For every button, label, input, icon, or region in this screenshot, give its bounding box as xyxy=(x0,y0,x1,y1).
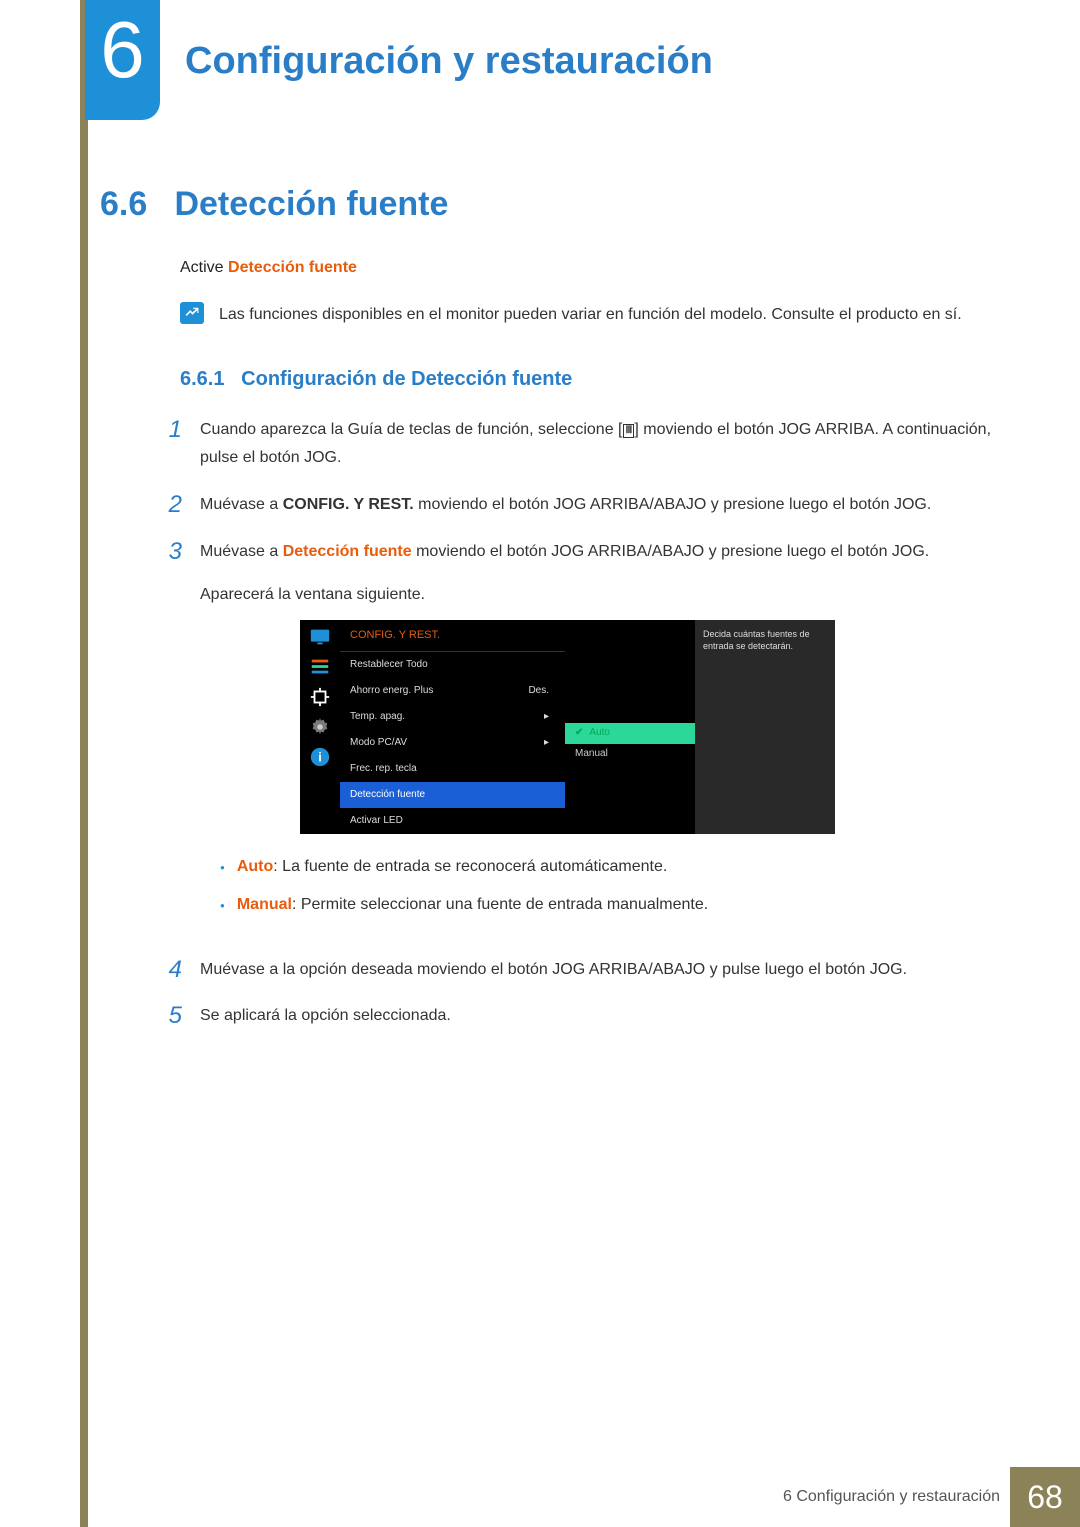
menu-icon: ⅠⅠⅠ xyxy=(623,424,635,438)
step-5: 5 Se aplicará la opción seleccionada. xyxy=(160,1002,1000,1031)
bullet-label: Auto xyxy=(237,858,273,875)
step-text: Cuando aparezca la Guía de teclas de fun… xyxy=(200,416,1000,474)
osd-row-val xyxy=(549,656,555,674)
section-title: Detección fuente xyxy=(174,185,448,223)
bullet-text: : La fuente de entrada se reconocerá aut… xyxy=(273,858,667,875)
osd-row-label: Frec. rep. tecla xyxy=(350,760,549,778)
step3-followup: Aparecerá la ventana siguiente. xyxy=(200,586,425,603)
step-text: Muévase a Detección fuente moviendo el b… xyxy=(200,538,929,938)
page-footer: 6 Configuración y restauración 68 xyxy=(80,1467,1080,1527)
step-text: Muévase a CONFIG. Y REST. moviendo el bo… xyxy=(200,491,931,520)
note-text: Las funciones disponibles en el monitor … xyxy=(219,302,962,328)
osd-row: Frec. rep. tecla xyxy=(340,756,565,782)
step3-part-a: Muévase a xyxy=(200,543,283,560)
option-bullets: ● Auto: La fuente de entrada se reconoce… xyxy=(220,854,929,917)
osd-row-label: Activar LED xyxy=(350,812,549,830)
osd-row-val: ▸ xyxy=(544,708,555,726)
osd-row-label: Modo PC/AV xyxy=(350,734,544,752)
step2-part-b: moviendo el botón JOG ARRIBA/ABAJO y pre… xyxy=(414,496,932,513)
step-2: 2 Muévase a CONFIG. Y REST. moviendo el … xyxy=(160,491,1000,520)
bullet-dot-icon: ● xyxy=(220,862,225,880)
step-number: 1 xyxy=(160,416,182,474)
step-4: 4 Muévase a la opción deseada moviendo e… xyxy=(160,956,1000,985)
steps-list: 1 Cuando aparezca la Guía de teclas de f… xyxy=(160,416,1000,1032)
note-icon xyxy=(180,302,204,324)
intro-prefix: Active xyxy=(180,259,228,276)
osd-row: Restablecer Todo xyxy=(340,652,565,678)
step-text: Se aplicará la opción seleccionada. xyxy=(200,1002,451,1031)
step-text: Muévase a la opción deseada moviendo el … xyxy=(200,956,907,985)
osd-row-label: Temp. apag. xyxy=(350,708,544,726)
osd-row: Activar LED xyxy=(340,808,565,834)
osd-option-label: Manual xyxy=(575,745,608,763)
intro-line: Active Detección fuente xyxy=(180,259,1000,277)
osd-option-label: Auto xyxy=(589,724,610,742)
step2-part-a: Muévase a xyxy=(200,496,283,513)
info-icon: i xyxy=(309,748,331,766)
osd-header: CONFIG. Y REST. xyxy=(340,620,565,653)
osd-row-label: Restablecer Todo xyxy=(350,656,549,674)
osd-row-val xyxy=(549,760,555,778)
osd-row-selected: Detección fuente xyxy=(340,782,565,808)
subsection-heading: 6.6.1 Configuración de Detección fuente xyxy=(180,368,1000,391)
osd-screenshot: i CONFIG. Y REST. Restablecer Todo Ahorr… xyxy=(300,620,929,835)
osd-help-panel: Decida cuántas fuentes de entrada se det… xyxy=(695,620,835,835)
step-number: 5 xyxy=(160,1002,182,1031)
list-icon xyxy=(309,658,331,676)
section-body: 6.6 Detección fuente Active Detección fu… xyxy=(100,185,1000,1049)
check-icon: ✔ xyxy=(575,724,583,742)
osd-row-label: Ahorro energ. Plus xyxy=(350,682,528,700)
osd-row-val xyxy=(549,786,555,804)
note-row: Las funciones disponibles en el monitor … xyxy=(180,302,1000,328)
resize-icon xyxy=(309,688,331,706)
svg-text:i: i xyxy=(318,749,322,764)
osd-sidebar-icons: i xyxy=(300,620,340,835)
subsection-title: Configuración de Detección fuente xyxy=(241,368,572,390)
section-heading: 6.6 Detección fuente xyxy=(100,185,1000,224)
osd-row: Ahorro energ. PlusDes. xyxy=(340,678,565,704)
osd-row: Temp. apag.▸ xyxy=(340,704,565,730)
osd-submenu: ✔ Auto Manual xyxy=(565,620,695,835)
osd-option-auto: ✔ Auto xyxy=(565,723,695,744)
osd-option-manual: Manual xyxy=(565,744,695,765)
osd-row-val: ▸ xyxy=(544,734,555,752)
bullet-manual: ● Manual: Permite seleccionar una fuente… xyxy=(220,892,929,918)
osd-row: Modo PC/AV▸ xyxy=(340,730,565,756)
section-number: 6.6 xyxy=(100,185,170,224)
osd-row-val xyxy=(549,812,555,830)
gear-icon xyxy=(309,718,331,736)
chapter-title: Configuración y restauración xyxy=(185,40,713,83)
step-number: 2 xyxy=(160,491,182,520)
step3-part-b: moviendo el botón JOG ARRIBA/ABAJO y pre… xyxy=(412,543,930,560)
osd-row-val: Des. xyxy=(528,682,555,700)
bullet-auto: ● Auto: La fuente de entrada se reconoce… xyxy=(220,854,929,880)
osd-main-panel: CONFIG. Y REST. Restablecer Todo Ahorro … xyxy=(340,620,565,835)
bullet-text: : Permite seleccionar una fuente de entr… xyxy=(292,896,708,913)
step-number: 4 xyxy=(160,956,182,985)
chapter-number-tab: 6 xyxy=(85,0,160,120)
subsection-number: 6.6.1 xyxy=(180,368,224,390)
intro-highlight: Detección fuente xyxy=(228,259,357,276)
step-number: 3 xyxy=(160,538,182,938)
page-number: 68 xyxy=(1010,1467,1080,1527)
step3-highlight: Detección fuente xyxy=(283,543,412,560)
side-accent-bar xyxy=(80,0,88,1527)
step-1: 1 Cuando aparezca la Guía de teclas de f… xyxy=(160,416,1000,474)
bullet-label: Manual xyxy=(237,896,292,913)
step2-bold: CONFIG. Y REST. xyxy=(283,496,414,513)
monitor-icon xyxy=(309,628,331,646)
step-3: 3 Muévase a Detección fuente moviendo el… xyxy=(160,538,1000,938)
footer-chapter-text: 6 Configuración y restauración xyxy=(783,1488,1000,1506)
step1-part-a: Cuando aparezca la Guía de teclas de fun… xyxy=(200,421,623,438)
bullet-dot-icon: ● xyxy=(220,900,225,918)
osd-row-label: Detección fuente xyxy=(350,786,549,804)
